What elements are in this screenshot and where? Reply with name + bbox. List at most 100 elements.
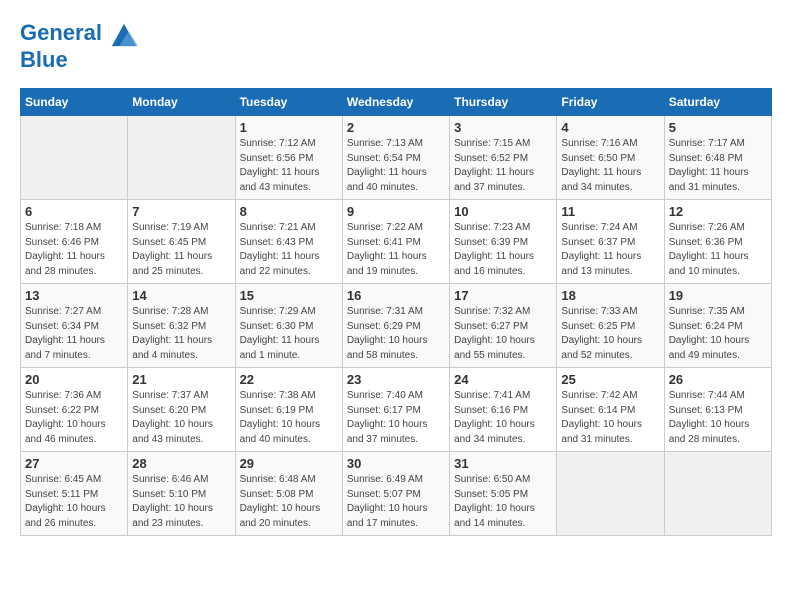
day-header-saturday: Saturday	[664, 89, 771, 116]
calendar-cell	[128, 116, 235, 200]
day-detail: Sunrise: 6:45 AM Sunset: 5:11 PM Dayligh…	[25, 473, 123, 531]
day-detail: Sunrise: 7:44 AM Sunset: 6:13 PM Dayligh…	[669, 389, 767, 447]
calendar-cell: 17 Sunrise: 7:32 AM Sunset: 6:27 PM Dayli…	[450, 284, 557, 368]
calendar-cell: 19 Sunrise: 7:35 AM Sunset: 6:24 PM Dayli…	[664, 284, 771, 368]
day-number: 31	[454, 456, 552, 471]
day-header-sunday: Sunday	[21, 89, 128, 116]
day-detail: Sunrise: 7:27 AM Sunset: 6:34 PM Dayligh…	[25, 305, 123, 363]
day-number: 3	[454, 120, 552, 135]
calendar-cell: 18 Sunrise: 7:33 AM Sunset: 6:25 PM Dayli…	[557, 284, 664, 368]
calendar-cell: 27 Sunrise: 6:45 AM Sunset: 5:11 PM Dayli…	[21, 452, 128, 536]
calendar-table: SundayMondayTuesdayWednesdayThursdayFrid…	[20, 88, 772, 536]
day-detail: Sunrise: 7:26 AM Sunset: 6:36 PM Dayligh…	[669, 221, 767, 279]
calendar-cell: 22Sunrise: 7:38 AM Sunset: 6:19 PM Dayli…	[235, 368, 342, 452]
day-number: 24	[454, 372, 552, 387]
day-detail: Sunrise: 7:12 AM Sunset: 6:56 PM Dayligh…	[240, 137, 338, 195]
day-detail: Sunrise: 7:15 AM Sunset: 6:52 PM Dayligh…	[454, 137, 552, 195]
calendar-cell: 15 Sunrise: 7:29 AM Sunset: 6:30 PM Dayli…	[235, 284, 342, 368]
day-detail: Sunrise: 7:18 AM Sunset: 6:46 PM Dayligh…	[25, 221, 123, 279]
day-number: 2	[347, 120, 445, 135]
day-detail: Sunrise: 7:23 AM Sunset: 6:39 PM Dayligh…	[454, 221, 552, 279]
day-number: 5	[669, 120, 767, 135]
day-number: 10	[454, 204, 552, 219]
day-number: 6	[25, 204, 123, 219]
calendar-cell	[557, 452, 664, 536]
day-detail: Sunrise: 7:31 AM Sunset: 6:29 PM Dayligh…	[347, 305, 445, 363]
week-row-2: 6 Sunrise: 7:18 AM Sunset: 6:46 PM Daylig…	[21, 200, 772, 284]
day-header-wednesday: Wednesday	[342, 89, 449, 116]
logo: General Blue	[20, 20, 138, 72]
day-detail: Sunrise: 7:22 AM Sunset: 6:41 PM Dayligh…	[347, 221, 445, 279]
calendar-cell	[21, 116, 128, 200]
day-number: 8	[240, 204, 338, 219]
day-number: 15	[240, 288, 338, 303]
calendar-cell: 4Sunrise: 7:16 AM Sunset: 6:50 PM Daylig…	[557, 116, 664, 200]
calendar-cell: 10 Sunrise: 7:23 AM Sunset: 6:39 PM Dayli…	[450, 200, 557, 284]
day-number: 9	[347, 204, 445, 219]
day-number: 28	[132, 456, 230, 471]
day-detail: Sunrise: 7:24 AM Sunset: 6:37 PM Dayligh…	[561, 221, 659, 279]
day-number: 23	[347, 372, 445, 387]
day-number: 12	[669, 204, 767, 219]
calendar-cell: 14 Sunrise: 7:28 AM Sunset: 6:32 PM Dayli…	[128, 284, 235, 368]
day-detail: Sunrise: 7:33 AM Sunset: 6:25 PM Dayligh…	[561, 305, 659, 363]
day-header-friday: Friday	[557, 89, 664, 116]
calendar-cell: 23 Sunrise: 7:40 AM Sunset: 6:17 PM Dayli…	[342, 368, 449, 452]
day-detail: Sunrise: 7:28 AM Sunset: 6:32 PM Dayligh…	[132, 305, 230, 363]
calendar-cell: 6 Sunrise: 7:18 AM Sunset: 6:46 PM Daylig…	[21, 200, 128, 284]
day-detail: Sunrise: 6:46 AM Sunset: 5:10 PM Dayligh…	[132, 473, 230, 531]
day-number: 26	[669, 372, 767, 387]
calendar-cell: 11 Sunrise: 7:24 AM Sunset: 6:37 PM Dayli…	[557, 200, 664, 284]
day-number: 27	[25, 456, 123, 471]
calendar-cell: 30 Sunrise: 6:49 AM Sunset: 5:07 PM Dayli…	[342, 452, 449, 536]
day-detail: Sunrise: 7:36 AM Sunset: 6:22 PM Dayligh…	[25, 389, 123, 447]
day-header-monday: Monday	[128, 89, 235, 116]
day-detail: Sunrise: 7:35 AM Sunset: 6:24 PM Dayligh…	[669, 305, 767, 363]
calendar-cell: 26 Sunrise: 7:44 AM Sunset: 6:13 PM Dayli…	[664, 368, 771, 452]
calendar-cell: 5 Sunrise: 7:17 AM Sunset: 6:48 PM Daylig…	[664, 116, 771, 200]
day-detail: Sunrise: 7:21 AM Sunset: 6:43 PM Dayligh…	[240, 221, 338, 279]
header-row: SundayMondayTuesdayWednesdayThursdayFrid…	[21, 89, 772, 116]
week-row-4: 20 Sunrise: 7:36 AM Sunset: 6:22 PM Dayli…	[21, 368, 772, 452]
week-row-3: 13Sunrise: 7:27 AM Sunset: 6:34 PM Dayli…	[21, 284, 772, 368]
day-detail: Sunrise: 6:48 AM Sunset: 5:08 PM Dayligh…	[240, 473, 338, 531]
day-detail: Sunrise: 7:32 AM Sunset: 6:27 PM Dayligh…	[454, 305, 552, 363]
calendar-cell: 20 Sunrise: 7:36 AM Sunset: 6:22 PM Dayli…	[21, 368, 128, 452]
calendar-cell: 9 Sunrise: 7:22 AM Sunset: 6:41 PM Daylig…	[342, 200, 449, 284]
calendar-cell: 25Sunrise: 7:42 AM Sunset: 6:14 PM Dayli…	[557, 368, 664, 452]
day-detail: Sunrise: 7:17 AM Sunset: 6:48 PM Dayligh…	[669, 137, 767, 195]
calendar-cell: 8 Sunrise: 7:21 AM Sunset: 6:43 PM Daylig…	[235, 200, 342, 284]
logo-text2: Blue	[20, 48, 138, 72]
day-number: 20	[25, 372, 123, 387]
day-detail: Sunrise: 7:13 AM Sunset: 6:54 PM Dayligh…	[347, 137, 445, 195]
day-header-tuesday: Tuesday	[235, 89, 342, 116]
calendar-cell: 1Sunrise: 7:12 AM Sunset: 6:56 PM Daylig…	[235, 116, 342, 200]
calendar-cell: 13Sunrise: 7:27 AM Sunset: 6:34 PM Dayli…	[21, 284, 128, 368]
day-detail: Sunrise: 7:42 AM Sunset: 6:14 PM Dayligh…	[561, 389, 659, 447]
day-number: 14	[132, 288, 230, 303]
calendar-cell: 24 Sunrise: 7:41 AM Sunset: 6:16 PM Dayli…	[450, 368, 557, 452]
day-number: 29	[240, 456, 338, 471]
day-number: 30	[347, 456, 445, 471]
day-detail: Sunrise: 7:19 AM Sunset: 6:45 PM Dayligh…	[132, 221, 230, 279]
logo-text: General	[20, 20, 138, 48]
day-number: 19	[669, 288, 767, 303]
calendar-cell: 29 Sunrise: 6:48 AM Sunset: 5:08 PM Dayli…	[235, 452, 342, 536]
calendar-cell: 3 Sunrise: 7:15 AM Sunset: 6:52 PM Daylig…	[450, 116, 557, 200]
day-detail: Sunrise: 7:40 AM Sunset: 6:17 PM Dayligh…	[347, 389, 445, 447]
week-row-1: 1Sunrise: 7:12 AM Sunset: 6:56 PM Daylig…	[21, 116, 772, 200]
day-number: 11	[561, 204, 659, 219]
day-detail: Sunrise: 7:29 AM Sunset: 6:30 PM Dayligh…	[240, 305, 338, 363]
calendar-cell: 2 Sunrise: 7:13 AM Sunset: 6:54 PM Daylig…	[342, 116, 449, 200]
calendar-cell: 7Sunrise: 7:19 AM Sunset: 6:45 PM Daylig…	[128, 200, 235, 284]
day-detail: Sunrise: 6:49 AM Sunset: 5:07 PM Dayligh…	[347, 473, 445, 531]
day-detail: Sunrise: 7:16 AM Sunset: 6:50 PM Dayligh…	[561, 137, 659, 195]
day-detail: Sunrise: 7:41 AM Sunset: 6:16 PM Dayligh…	[454, 389, 552, 447]
day-number: 18	[561, 288, 659, 303]
day-detail: Sunrise: 6:50 AM Sunset: 5:05 PM Dayligh…	[454, 473, 552, 531]
day-number: 21	[132, 372, 230, 387]
day-detail: Sunrise: 7:38 AM Sunset: 6:19 PM Dayligh…	[240, 389, 338, 447]
week-row-5: 27 Sunrise: 6:45 AM Sunset: 5:11 PM Dayli…	[21, 452, 772, 536]
calendar-cell	[664, 452, 771, 536]
day-number: 17	[454, 288, 552, 303]
